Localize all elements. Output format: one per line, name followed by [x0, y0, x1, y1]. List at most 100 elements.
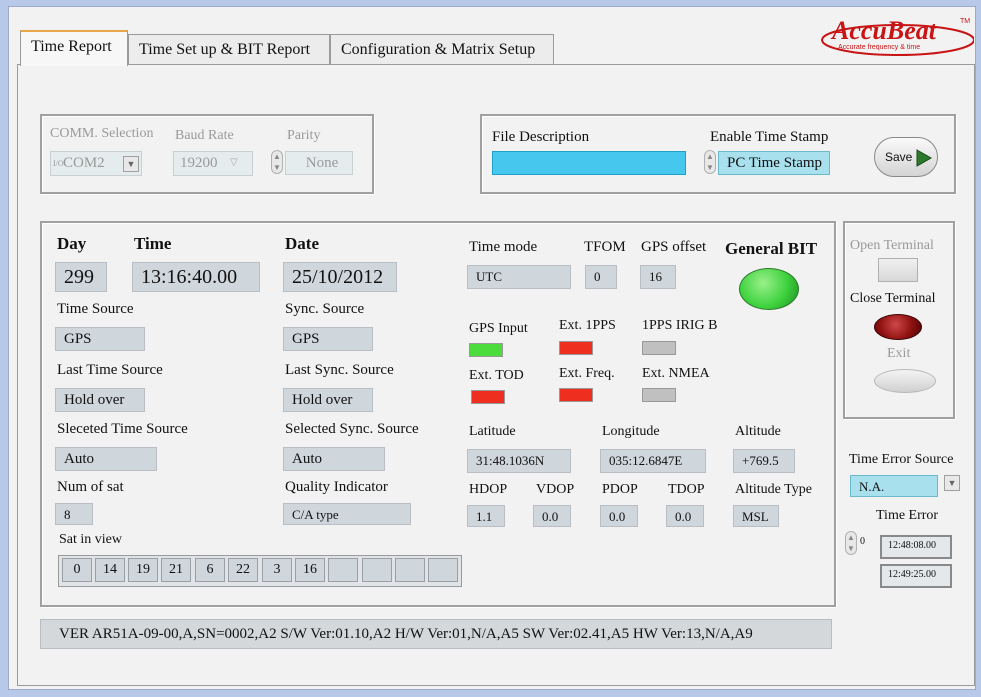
tab-time-setup-bit-report[interactable]: Time Set up & BIT Report: [128, 34, 330, 64]
baud-rate-label: Baud Rate: [175, 128, 234, 143]
brand-tagline: Accurate frequency & time: [838, 44, 921, 51]
ext-tod-label: Ext. TOD: [469, 368, 524, 383]
io-prefix: I/O: [53, 158, 64, 168]
last-time-source-label: Last Time Source: [57, 362, 163, 378]
tab-time-report[interactable]: Time Report: [20, 30, 128, 66]
time-error-spinner-icon[interactable]: ▲ ▼: [845, 531, 857, 555]
time-error-value-1: 12:48:08.00: [880, 535, 952, 559]
baud-rate-select[interactable]: 19200: [173, 151, 253, 176]
ext-1pps-status-led: [559, 341, 593, 355]
sat-in-view-cell: [395, 558, 425, 582]
selected-sync-source-value: Auto: [283, 447, 385, 471]
brand-name: AccuBeat: [832, 16, 936, 45]
sat-in-view-cell: 3: [262, 558, 292, 582]
parity-value: None: [285, 151, 353, 175]
altitude-value: +769.5: [733, 449, 795, 473]
open-terminal-button[interactable]: [878, 258, 918, 282]
longitude-value: 035:12.6847E: [600, 449, 706, 473]
altitude-type-label: Altitude Type: [735, 482, 812, 497]
num-of-sat-value: 8: [55, 503, 93, 525]
ext-1pps-label: Ext. 1PPS: [559, 318, 616, 333]
sat-in-view-cell: 21: [161, 558, 191, 582]
time-error-value-2: 12:49:25.00: [880, 564, 952, 588]
ext-freq-status-led: [559, 388, 593, 402]
tdop-label: TDOP: [668, 482, 705, 497]
tab-configuration-matrix-setup[interactable]: Configuration & Matrix Setup: [330, 34, 554, 64]
hdop-value: 1.1: [467, 505, 505, 527]
tdop-value: 0.0: [666, 505, 704, 527]
gps-offset-label: GPS offset: [641, 239, 707, 255]
time-value: 13:16:40.00: [132, 262, 260, 292]
time-error-spinner-value: 0: [860, 536, 865, 547]
enable-time-stamp-label: Enable Time Stamp: [710, 129, 829, 145]
sat-in-view-cell: 6: [195, 558, 225, 582]
open-terminal-label: Open Terminal: [850, 238, 934, 253]
latitude-value: 31:48.1036N: [467, 449, 571, 473]
exit-label: Exit: [887, 346, 911, 361]
time-error-label: Time Error: [876, 508, 939, 523]
time-error-source-dropdown-icon[interactable]: ▼: [944, 475, 960, 491]
baud-rate-value: 19200: [180, 155, 218, 171]
comm-port-dropdown-icon[interactable]: ▼: [123, 156, 139, 172]
general-bit-led-icon: [739, 268, 799, 310]
time-error-source-value: N.A.: [850, 475, 938, 497]
1pps-irig-b-label: 1PPS IRIG B: [642, 318, 718, 333]
ext-tod-status-led: [471, 390, 505, 404]
day-label: Day: [57, 234, 87, 253]
sat-in-view-cell: 19: [128, 558, 158, 582]
gps-input-status-led: [469, 343, 503, 357]
file-description-label: File Description: [492, 129, 590, 145]
tfom-value: 0: [585, 265, 617, 289]
sat-in-view-label: Sat in view: [59, 532, 122, 547]
sat-in-view-cell: 14: [95, 558, 125, 582]
tfom-label: TFOM: [584, 239, 626, 255]
altitude-type-value: MSL: [733, 505, 779, 527]
time-source-label: Time Source: [57, 301, 134, 317]
time-label: Time: [134, 234, 172, 253]
quality-indicator-value: C/A type: [283, 503, 411, 525]
sat-in-view-cell: [428, 558, 458, 582]
comm-selection-label: COMM. Selection: [50, 126, 154, 141]
parity-spinner-icon[interactable]: ▲ ▼: [271, 150, 283, 174]
comm-port-value: COM2: [63, 155, 105, 171]
parity-label: Parity: [287, 128, 321, 143]
vdop-label: VDOP: [536, 482, 575, 497]
1pps-irig-b-status-led: [642, 341, 676, 355]
accubeat-logo: AccuBeat TM Accurate frequency & time: [818, 14, 974, 56]
general-bit-label: General BIT: [725, 239, 818, 258]
close-terminal-label: Close Terminal: [850, 291, 936, 306]
sat-in-view-cell: 22: [228, 558, 258, 582]
date-value: 25/10/2012: [283, 262, 397, 292]
last-time-source-value: Hold over: [55, 388, 145, 412]
longitude-label: Longitude: [602, 424, 660, 439]
hdop-label: HDOP: [469, 482, 508, 497]
selected-time-source-value: Auto: [55, 447, 157, 471]
time-stamp-spinner-icon[interactable]: ▲ ▼: [704, 150, 716, 174]
save-button-label: Save: [885, 150, 913, 164]
gps-input-label: GPS Input: [469, 321, 528, 336]
pdop-value: 0.0: [600, 505, 638, 527]
save-button[interactable]: Save: [874, 137, 938, 177]
file-description-input[interactable]: [492, 151, 686, 175]
close-terminal-button[interactable]: [874, 314, 922, 340]
ext-freq-label: Ext. Freq.: [559, 366, 615, 381]
sync-source-label: Sync. Source: [285, 301, 365, 317]
time-mode-label: Time mode: [469, 239, 538, 255]
sat-in-view-cell: 16: [295, 558, 325, 582]
gps-offset-value: 16: [640, 265, 676, 289]
version-string: VER AR51A-09-00,A,SN=0002,A2 S/W Ver:01.…: [40, 619, 832, 649]
exit-button[interactable]: [874, 369, 936, 393]
baud-dropdown-icon[interactable]: ▽: [230, 157, 238, 168]
brand-trademark: TM: [960, 18, 971, 25]
sync-source-value: GPS: [283, 327, 373, 351]
latitude-label: Latitude: [469, 424, 516, 439]
selected-sync-source-label: Selected Sync. Source: [285, 421, 419, 437]
date-label: Date: [285, 234, 319, 253]
ext-nmea-status-led: [642, 388, 676, 402]
last-sync-source-label: Last Sync. Source: [285, 362, 394, 378]
day-value: 299: [55, 262, 107, 292]
selected-time-source-label: Sleceted Time Source: [57, 421, 188, 437]
altitude-label: Altitude: [735, 424, 781, 439]
save-play-icon: [916, 149, 933, 167]
quality-indicator-label: Quality Indicator: [285, 479, 388, 495]
